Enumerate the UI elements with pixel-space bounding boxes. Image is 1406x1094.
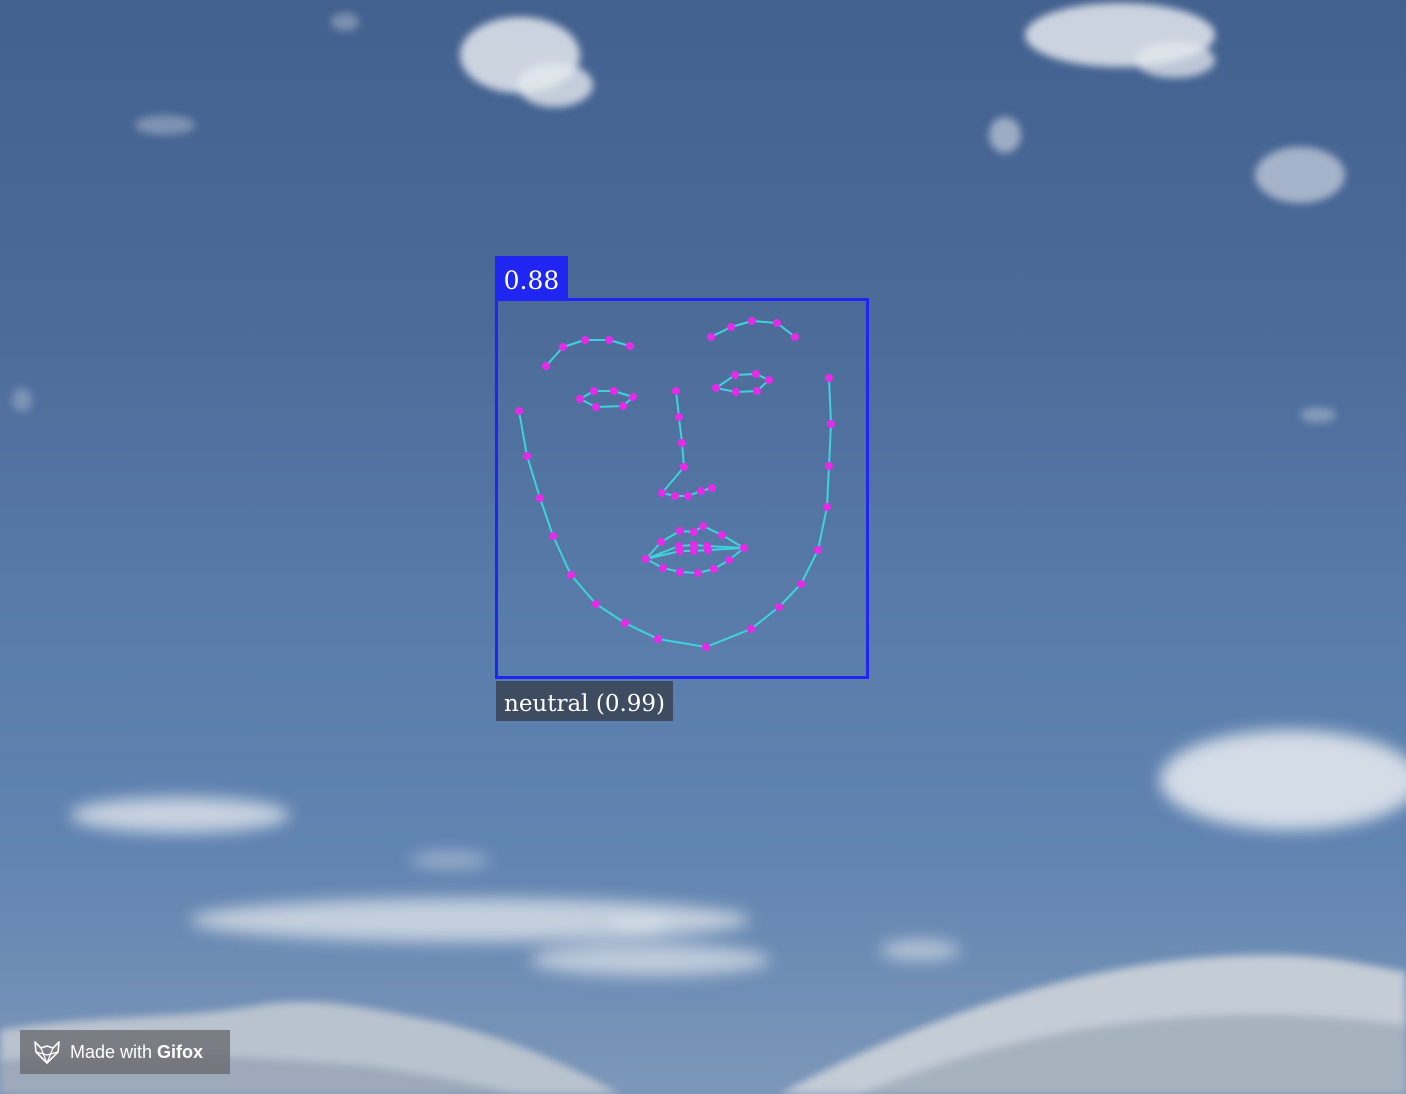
landmark-point (740, 544, 748, 552)
landmark-point (642, 555, 650, 563)
landmark-point (659, 564, 667, 572)
landmark-point (610, 387, 618, 395)
landmark-point (576, 395, 584, 403)
fox-icon (34, 1041, 60, 1065)
landmark-point (567, 571, 575, 579)
landmark-point (619, 402, 627, 410)
landmark-point (559, 343, 567, 351)
landmark-point (515, 407, 523, 415)
landmark-point (590, 387, 598, 395)
landmark-point (694, 569, 702, 577)
landmark-point (718, 531, 726, 539)
landmark-point (747, 625, 755, 633)
landmark-lines (518, 320, 832, 648)
landmark-point (676, 527, 684, 535)
landmark-point (621, 619, 629, 627)
jaw-line-line (518, 377, 832, 648)
expression-label: neutral (0.99) (496, 681, 674, 721)
landmark-point (581, 336, 589, 344)
landmark-point (712, 384, 720, 392)
landmark-point (775, 603, 783, 611)
landmark-point (753, 387, 761, 395)
landmark-point (704, 546, 712, 554)
landmark-point (675, 413, 683, 421)
landmark-point (708, 484, 716, 492)
landmark-point (732, 388, 740, 396)
watermark-brand: Gifox (157, 1041, 204, 1062)
landmark-point (791, 333, 799, 341)
landmark-point (725, 556, 733, 564)
landmark-point (748, 317, 756, 325)
landmark-point (536, 494, 544, 502)
landmark-point (549, 532, 557, 540)
face-landmarks-overlay (515, 317, 835, 651)
landmark-point (690, 547, 698, 555)
left-eyebrow-line (545, 339, 631, 367)
landmark-point (707, 333, 715, 341)
landmark-point (731, 371, 739, 379)
landmark-point (678, 439, 686, 447)
video-canvas: 0.88 neutral (0.99) Made with Gifox (0, 0, 1406, 1094)
landmark-point (676, 568, 684, 576)
landmark-point (671, 492, 679, 500)
landmark-point (827, 420, 835, 428)
landmark-point (727, 323, 735, 331)
landmark-point (702, 643, 710, 651)
landmark-point (699, 522, 707, 530)
landmark-point (697, 487, 705, 495)
landmark-point (605, 336, 613, 344)
landmark-point (680, 463, 688, 471)
landmark-point (629, 393, 637, 401)
landmark-point (657, 538, 665, 546)
landmark-point (592, 403, 600, 411)
watermark-prefix: Made with (70, 1041, 153, 1062)
landmark-point (825, 462, 833, 470)
landmark-point (684, 492, 692, 500)
landmark-point (523, 452, 531, 460)
landmark-point (654, 635, 662, 643)
landmark-point (752, 370, 760, 378)
landmark-point (658, 489, 666, 497)
right-eye-line (715, 373, 770, 393)
landmark-point (765, 376, 773, 384)
landmark-point (672, 387, 680, 395)
gifox-watermark: Made with Gifox (20, 1030, 230, 1074)
landmark-point (592, 600, 600, 608)
landmark-point (797, 580, 805, 588)
landmark-points (515, 317, 835, 651)
landmark-point (626, 342, 634, 350)
landmark-point (773, 319, 781, 327)
nose-bridge-line (675, 390, 685, 468)
landmark-point (825, 374, 833, 382)
landmark-point (542, 362, 550, 370)
landmark-point (710, 565, 718, 573)
landmark-point (690, 528, 698, 536)
landmark-point (676, 547, 684, 555)
landmark-point (823, 503, 831, 511)
landmark-point (814, 546, 822, 554)
